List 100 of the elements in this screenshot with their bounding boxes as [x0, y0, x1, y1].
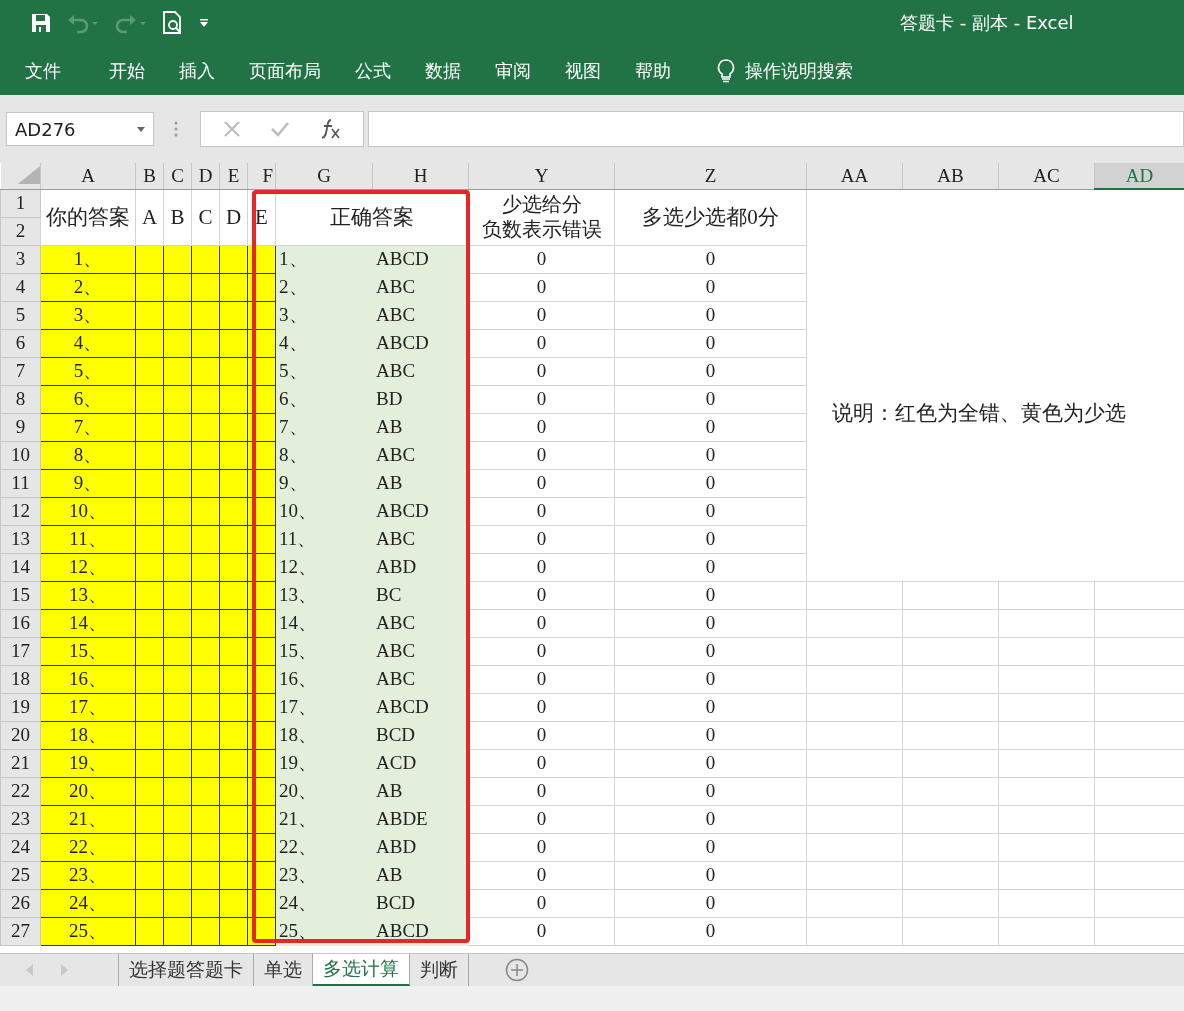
ribbon-tab[interactable]: 公式 [338, 50, 408, 91]
table-cell: 0 [468, 273, 615, 301]
table-cell: 0 [468, 469, 615, 497]
column-header[interactable]: Z [614, 163, 807, 189]
scroll-left-icon[interactable] [26, 964, 34, 976]
table-cell: 0 [614, 441, 807, 469]
row-header[interactable]: 24 [0, 833, 41, 861]
table-cell: 0 [614, 917, 807, 945]
table-cell: 0 [614, 833, 807, 861]
table-cell: 1、 [275, 245, 373, 273]
row-header[interactable]: 25 [0, 861, 41, 889]
table-cell: 0 [468, 385, 615, 413]
table-cell: 9、 [40, 469, 136, 497]
table-cell: 0 [614, 413, 807, 441]
table-cell: 0 [614, 749, 807, 777]
column-header[interactable]: G [275, 163, 373, 189]
table-cell: 0 [614, 665, 807, 693]
column-header[interactable]: F [247, 163, 276, 189]
column-header[interactable]: E [219, 163, 248, 189]
row-header[interactable]: 2 [0, 217, 41, 245]
scroll-right-icon[interactable] [60, 964, 68, 976]
table-cell: 21、 [40, 805, 136, 833]
ribbon-tab[interactable]: 审阅 [478, 50, 548, 91]
checkmark-icon[interactable] [270, 120, 290, 138]
table-cell: 0 [468, 833, 615, 861]
customize-dropdown-icon[interactable] [198, 18, 210, 28]
ribbon-tab[interactable]: 数据 [408, 50, 478, 91]
table-cell: 0 [468, 525, 615, 553]
row-header[interactable]: 3 [0, 245, 41, 273]
table-cell: 13、 [275, 581, 373, 609]
ribbon-tab[interactable]: 帮助 [618, 50, 688, 91]
row-header[interactable]: 27 [0, 917, 41, 945]
sheet-tab[interactable]: 选择题答题卡 [119, 954, 254, 986]
table-cell: 0 [614, 301, 807, 329]
row-header[interactable]: 17 [0, 637, 41, 665]
column-header[interactable]: C [163, 163, 192, 189]
column-header[interactable]: Y [468, 163, 615, 189]
row-header[interactable]: 8 [0, 385, 41, 413]
table-cell: 8、 [40, 441, 136, 469]
column-header[interactable]: AD [1094, 163, 1184, 189]
table-cell: 0 [614, 861, 807, 889]
select-all-icon[interactable] [18, 165, 40, 184]
sheet-tab[interactable]: 判断 [410, 954, 469, 986]
row-header[interactable]: 11 [0, 469, 41, 497]
tell-me-search[interactable]: 操作说明搜索 [700, 50, 870, 91]
header-text: 负数表示错误 [481, 217, 602, 242]
row-header[interactable]: 19 [0, 693, 41, 721]
row-header[interactable]: 6 [0, 329, 41, 357]
row-header[interactable]: 23 [0, 805, 41, 833]
table-cell: 10、 [40, 497, 136, 525]
column-header[interactable]: AA [806, 163, 903, 189]
row-header[interactable]: 18 [0, 665, 41, 693]
row-header[interactable]: 13 [0, 525, 41, 553]
table-cell: 3、 [40, 301, 136, 329]
window-title: 答题卡 - 副本 - Excel [900, 11, 1074, 35]
column-header[interactable]: AC [998, 163, 1095, 189]
row-header[interactable]: 10 [0, 441, 41, 469]
ribbon-tab[interactable]: 插入 [162, 50, 232, 91]
column-header[interactable]: B [135, 163, 164, 189]
row-header[interactable]: 7 [0, 357, 41, 385]
table-cell: 5、 [40, 357, 136, 385]
table-cell: 3、 [275, 301, 373, 329]
name-box[interactable]: AD276 [6, 112, 154, 146]
row-header[interactable]: 16 [0, 609, 41, 637]
table-cell: 0 [468, 609, 615, 637]
row-header[interactable]: 15 [0, 581, 41, 609]
table-cell: 25、 [40, 917, 136, 945]
column-header[interactable]: A [40, 163, 136, 189]
column-header[interactable]: D [191, 163, 220, 189]
row-header[interactable]: 9 [0, 413, 41, 441]
table-cell: 11、 [275, 525, 373, 553]
ribbon-tab[interactable]: 文件 [8, 50, 78, 91]
row-header[interactable]: 1 [0, 189, 41, 217]
column-header[interactable]: H [372, 163, 469, 189]
sheet-tab[interactable]: 多选计算 [313, 954, 410, 986]
ribbon-tab[interactable]: 视图 [548, 50, 618, 91]
row-header[interactable]: 20 [0, 721, 41, 749]
row-header[interactable]: 21 [0, 749, 41, 777]
table-cell: 18、 [275, 721, 373, 749]
formula-input[interactable] [368, 111, 1184, 147]
print-preview-icon[interactable] [162, 11, 184, 35]
table-cell: 0 [614, 609, 807, 637]
row-header[interactable]: 26 [0, 889, 41, 917]
table-cell: 0 [468, 581, 615, 609]
table-cell: 21、 [275, 805, 373, 833]
table-cell: 0 [468, 497, 615, 525]
row-header[interactable]: 4 [0, 273, 41, 301]
row-header[interactable]: 5 [0, 301, 41, 329]
ribbon-tab[interactable]: 页面布局 [232, 50, 338, 91]
caret-icon [137, 126, 145, 132]
add-sheet-icon[interactable] [505, 958, 529, 982]
cancel-icon[interactable] [223, 120, 242, 138]
row-header[interactable]: 22 [0, 777, 41, 805]
row-header[interactable]: 12 [0, 497, 41, 525]
table-cell: 0 [614, 245, 807, 273]
row-header[interactable]: 14 [0, 553, 41, 581]
save-icon[interactable] [30, 12, 52, 34]
column-header[interactable]: AB [902, 163, 999, 189]
table-cell: 7、 [275, 413, 373, 441]
ribbon-tab[interactable]: 开始 [92, 50, 162, 91]
